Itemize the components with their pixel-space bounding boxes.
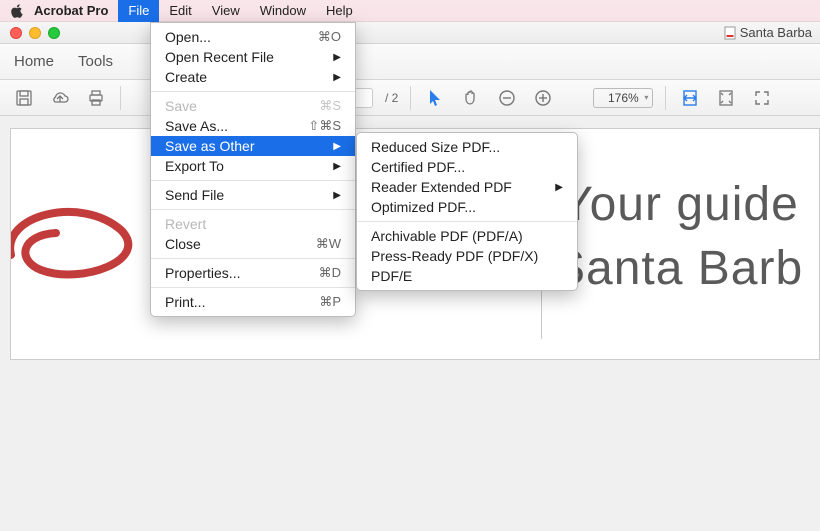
close-window-button[interactable]: [10, 27, 22, 39]
zoom-out-icon[interactable]: [495, 86, 519, 110]
separator: [120, 86, 121, 110]
app-tabs: Home Tools: [0, 44, 820, 80]
pdf-doc-icon: [724, 26, 736, 40]
print-icon[interactable]: [84, 86, 108, 110]
zoom-in-icon[interactable]: [531, 86, 555, 110]
menu-separator: [151, 258, 355, 259]
submenu-arrow-icon: ▶: [333, 161, 341, 172]
submenu-arrow-icon: ▶: [333, 190, 341, 201]
fit-page-icon[interactable]: [714, 86, 738, 110]
submenu-arrow-icon: ▶: [333, 52, 341, 63]
file-export-to[interactable]: Export To▶: [151, 156, 355, 176]
zoom-level-select[interactable]: 176% ▾: [593, 88, 653, 108]
app-name[interactable]: Acrobat Pro: [34, 3, 108, 18]
menu-help[interactable]: Help: [316, 0, 363, 22]
submenu-arrow-icon: ▶: [555, 182, 563, 193]
traffic-lights: [10, 27, 60, 39]
separator: [665, 86, 666, 110]
file-create[interactable]: Create▶: [151, 67, 355, 87]
fullscreen-icon[interactable]: [750, 86, 774, 110]
minimize-window-button[interactable]: [29, 27, 41, 39]
menu-edit[interactable]: Edit: [159, 0, 201, 22]
menu-window[interactable]: Window: [250, 0, 316, 22]
logo-swirl-graphic: [10, 175, 171, 295]
save-press-ready[interactable]: Press-Ready PDF (PDF/X): [357, 246, 577, 266]
file-send-file[interactable]: Send File▶: [151, 185, 355, 205]
file-menu-dropdown: Open...⌘O Open Recent File▶ Create▶ Save…: [150, 22, 356, 317]
fit-width-icon[interactable]: [678, 86, 702, 110]
save-pdfe[interactable]: PDF/E: [357, 266, 577, 286]
cursor-icon[interactable]: [423, 86, 447, 110]
window-titlebar: Santa Barba: [0, 22, 820, 44]
file-close[interactable]: Close⌘W: [151, 234, 355, 254]
hand-icon[interactable]: [459, 86, 483, 110]
document-heading-line1: Your guide: [561, 173, 799, 238]
document-title: Santa Barba: [724, 25, 812, 40]
file-revert: Revert: [151, 214, 355, 234]
save-icon[interactable]: [12, 86, 36, 110]
file-save-as-other[interactable]: Save as Other▶: [151, 136, 355, 156]
file-save-as[interactable]: Save As...⇧⌘S: [151, 116, 355, 136]
apple-icon[interactable]: [10, 4, 24, 18]
save-reduced-size[interactable]: Reduced Size PDF...: [357, 137, 577, 157]
menu-separator: [357, 221, 577, 222]
document-heading-line2: Santa Barb: [553, 241, 803, 296]
menu-separator: [151, 91, 355, 92]
menu-separator: [151, 180, 355, 181]
save-as-other-submenu: Reduced Size PDF... Certified PDF... Rea…: [356, 132, 578, 291]
save-certified[interactable]: Certified PDF...: [357, 157, 577, 177]
save-archivable[interactable]: Archivable PDF (PDF/A): [357, 226, 577, 246]
zoom-level-label: 176%: [608, 91, 639, 105]
document-title-label: Santa Barba: [740, 25, 812, 40]
tab-home[interactable]: Home: [14, 53, 54, 70]
toolbar: / 2 176% ▾: [0, 80, 820, 116]
page-total-label: / 2: [385, 91, 398, 105]
menubar: Acrobat Pro File Edit View Window Help: [0, 0, 820, 22]
tab-tools[interactable]: Tools: [78, 53, 113, 70]
menu-file[interactable]: File: [118, 0, 159, 22]
menu-view[interactable]: View: [202, 0, 250, 22]
menu-separator: [151, 209, 355, 210]
chevron-down-icon: ▾: [644, 93, 648, 102]
file-properties[interactable]: Properties...⌘D: [151, 263, 355, 283]
save-reader-extended[interactable]: Reader Extended PDF▶: [357, 177, 577, 197]
save-optimized[interactable]: Optimized PDF...: [357, 197, 577, 217]
file-open-recent[interactable]: Open Recent File▶: [151, 47, 355, 67]
menu-separator: [151, 287, 355, 288]
file-print[interactable]: Print...⌘P: [151, 292, 355, 312]
file-open[interactable]: Open...⌘O: [151, 27, 355, 47]
submenu-arrow-icon: ▶: [333, 141, 341, 152]
fullscreen-window-button[interactable]: [48, 27, 60, 39]
file-save: Save⌘S: [151, 96, 355, 116]
separator: [410, 86, 411, 110]
cloud-icon[interactable]: [48, 86, 72, 110]
submenu-arrow-icon: ▶: [333, 72, 341, 83]
